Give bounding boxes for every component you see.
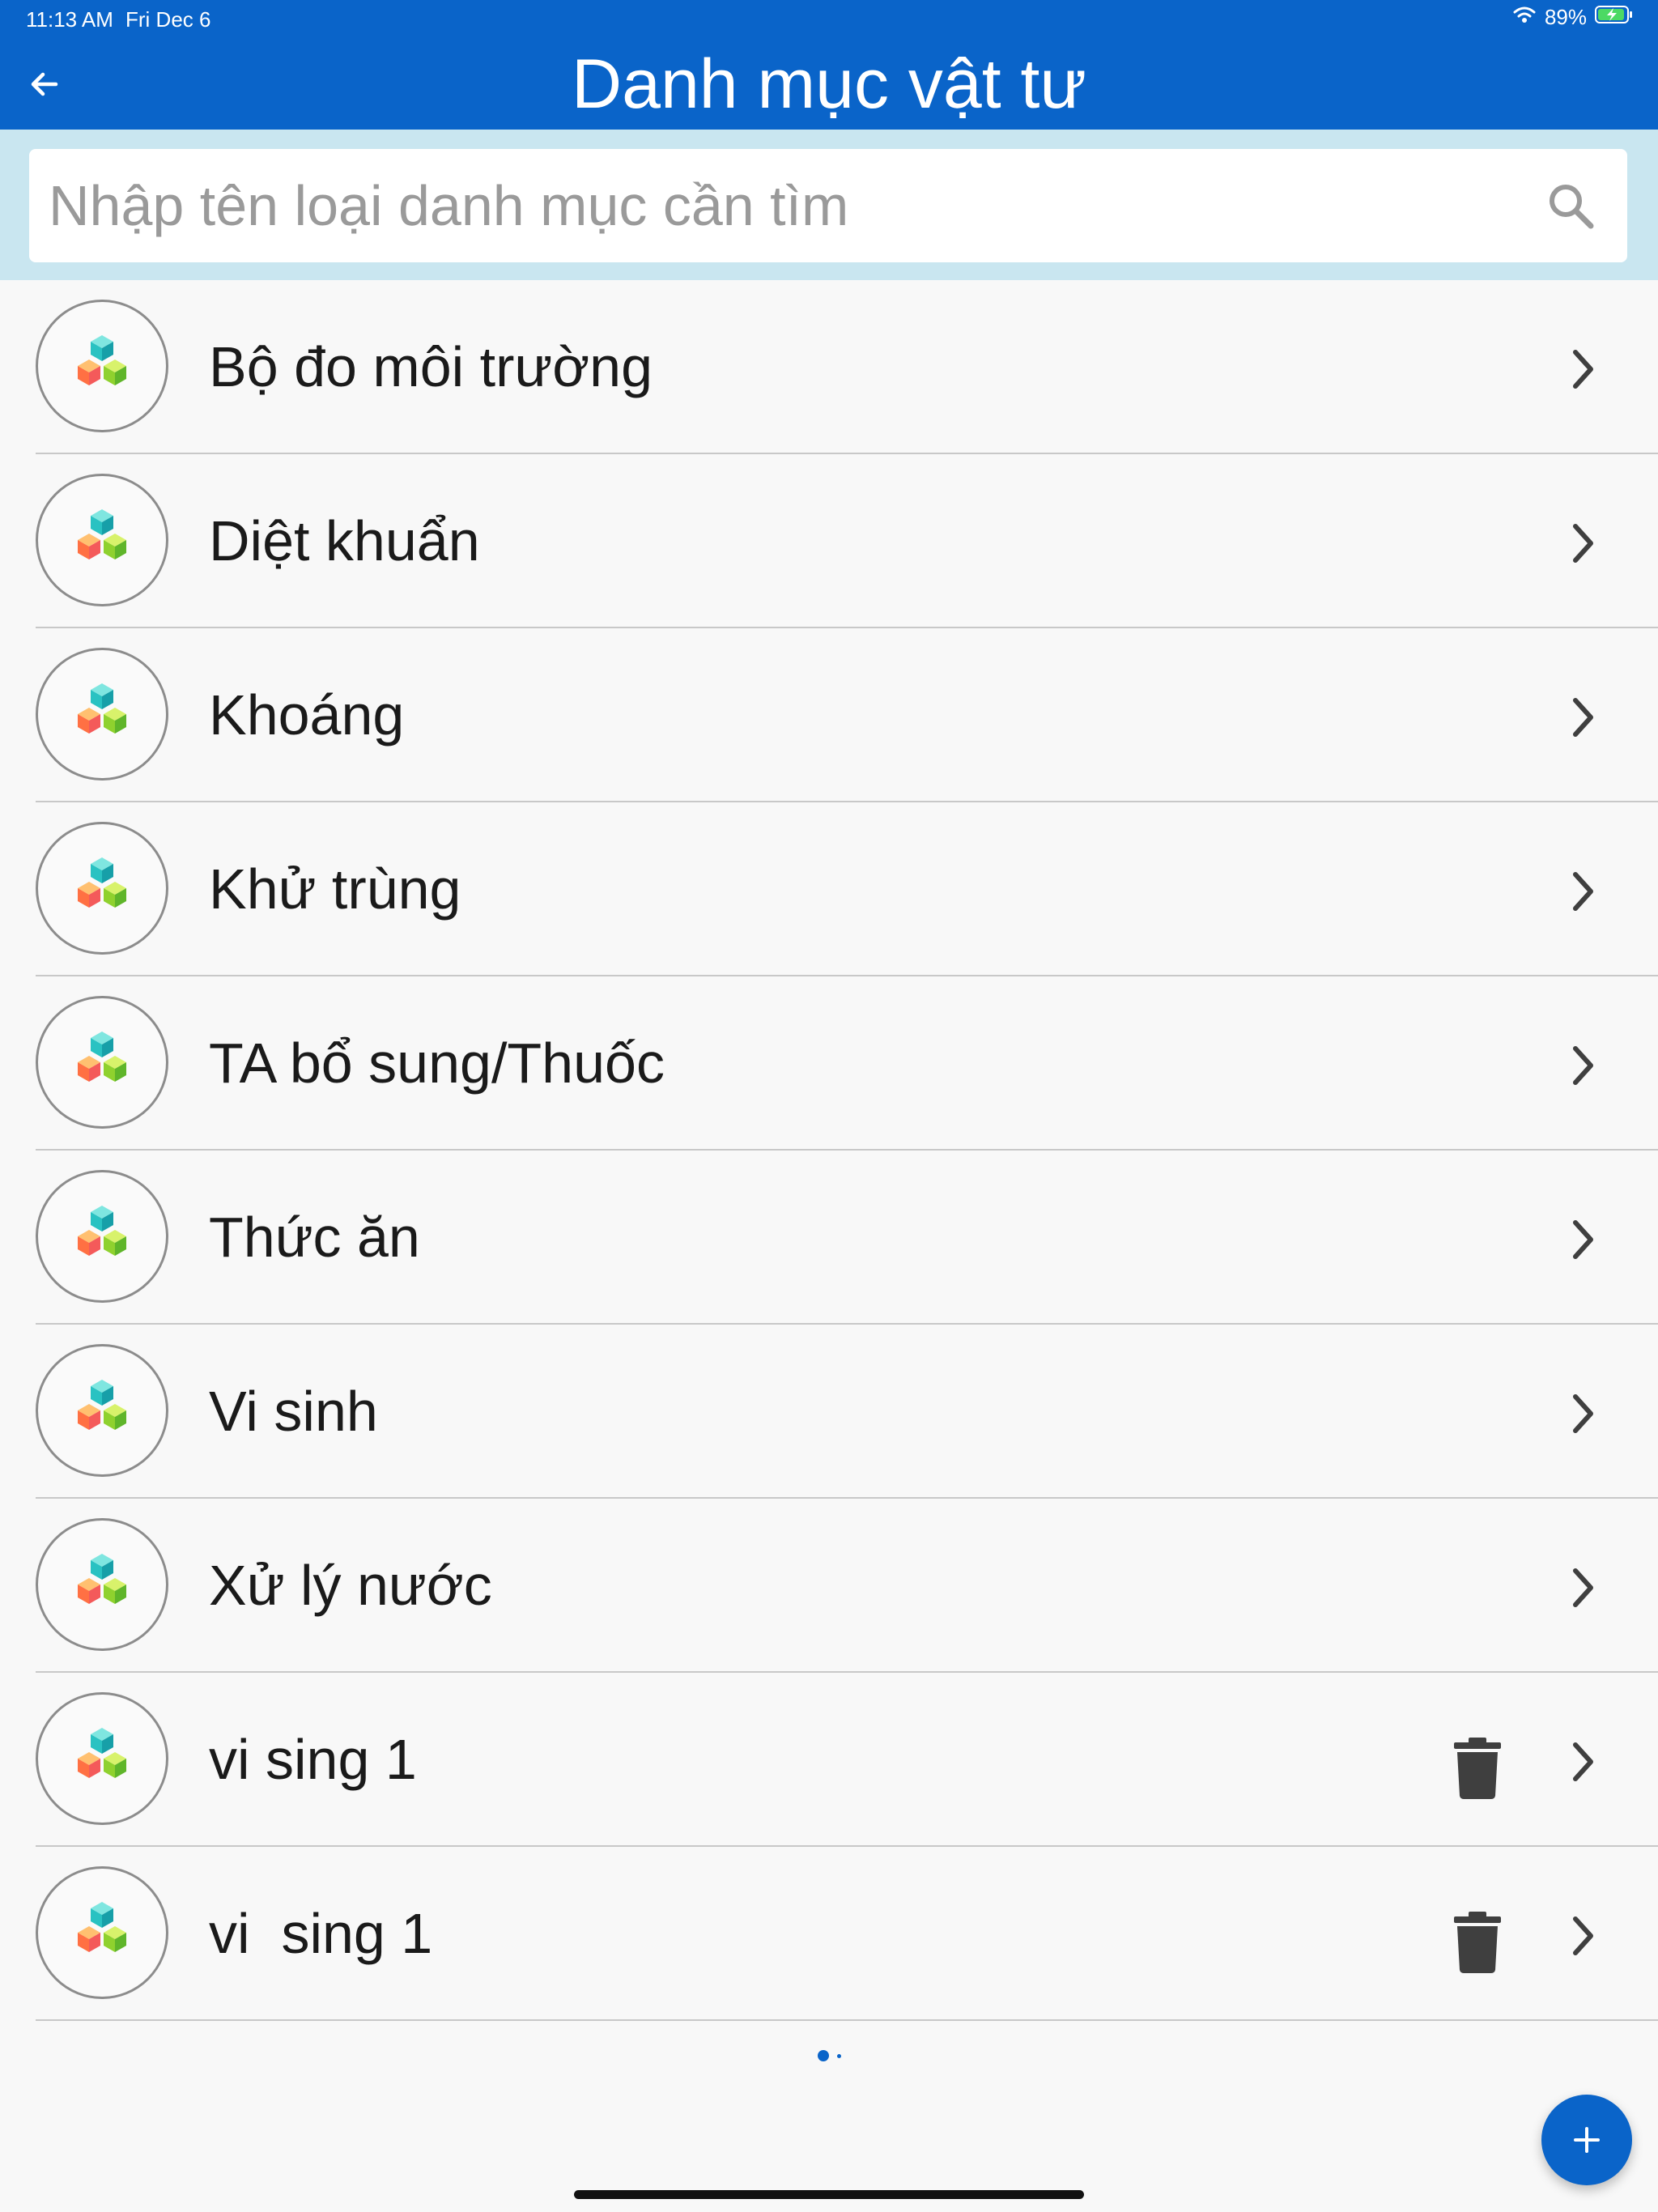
list-item-label: Thức ăn	[209, 1206, 420, 1269]
search-icon[interactable]	[1546, 181, 1595, 230]
cubes-icon	[78, 857, 126, 908]
list-item-label: Diệt khuẩn	[209, 509, 480, 572]
list-item[interactable]: vi sing 1	[0, 1847, 1658, 2021]
home-indicator[interactable]	[574, 2190, 1084, 2199]
avatar	[36, 996, 168, 1129]
chevron-right-icon	[1573, 1568, 1593, 1607]
cubes-icon	[78, 1380, 126, 1430]
status-date: Fri Dec 6	[125, 7, 211, 32]
divider	[36, 2019, 1658, 2021]
avatar	[36, 1866, 168, 1999]
status-time: 11:13 AM	[26, 7, 113, 32]
chevron-right-icon	[1573, 350, 1593, 389]
page-dot	[836, 2053, 841, 2058]
avatar	[36, 300, 168, 432]
cubes-icon	[78, 1206, 126, 1256]
open-button[interactable]	[1562, 693, 1603, 742]
list-item[interactable]: Khử trùng	[0, 802, 1658, 976]
search-input[interactable]	[49, 149, 1506, 262]
page-dot-active	[817, 2050, 829, 2061]
list-item[interactable]: Bộ đo môi trường	[0, 280, 1658, 454]
status-bar: 11:13 AM Fri Dec 6 89%	[0, 0, 1658, 39]
list-item[interactable]: TA bổ sung/Thuốc	[0, 976, 1658, 1151]
delete-button[interactable]	[1452, 1912, 1503, 1973]
avatar	[36, 1518, 168, 1651]
chevron-right-icon	[1573, 524, 1593, 563]
open-button[interactable]	[1562, 1041, 1603, 1090]
list-item-label: Xử lý nước	[209, 1554, 492, 1617]
chevron-right-icon	[1573, 1394, 1593, 1433]
cubes-icon	[78, 1554, 126, 1604]
avatar	[36, 1170, 168, 1303]
page-indicator	[0, 2050, 1658, 2061]
avatar	[36, 1344, 168, 1477]
page-title: Danh mục vật tư	[572, 45, 1086, 123]
chevron-right-icon	[1573, 1046, 1593, 1085]
trash-icon	[1454, 1738, 1501, 1799]
search-area	[0, 130, 1658, 280]
list-item-label: Khử trùng	[209, 857, 461, 921]
list-item-label: Vi sinh	[209, 1380, 378, 1443]
cubes-icon	[78, 683, 126, 734]
list-item[interactable]: Khoáng	[0, 628, 1658, 802]
avatar	[36, 822, 168, 955]
open-button[interactable]	[1562, 1215, 1603, 1264]
list-item[interactable]: Vi sinh	[0, 1325, 1658, 1499]
battery-charging-icon	[1595, 5, 1634, 30]
cubes-icon	[78, 509, 126, 559]
status-indicators: 89%	[1512, 5, 1634, 30]
open-button[interactable]	[1562, 1738, 1603, 1786]
chevron-right-icon	[1573, 1916, 1593, 1955]
chevron-right-icon	[1573, 872, 1593, 911]
chevron-right-icon	[1573, 1742, 1593, 1781]
list-item[interactable]: Thức ăn	[0, 1151, 1658, 1325]
open-button[interactable]	[1562, 345, 1603, 393]
avatar	[36, 648, 168, 781]
delete-button[interactable]	[1452, 1738, 1503, 1799]
cubes-icon	[78, 1032, 126, 1082]
list-item-label: Khoáng	[209, 683, 405, 747]
list-item[interactable]: vi sing 1	[0, 1673, 1658, 1847]
trash-icon	[1454, 1912, 1501, 1973]
cubes-icon	[78, 1728, 126, 1778]
battery-percent: 89%	[1544, 5, 1587, 29]
list-item-label: Bộ đo môi trường	[209, 335, 653, 398]
chevron-right-icon	[1573, 698, 1593, 737]
open-button[interactable]	[1562, 519, 1603, 568]
list-item-label: vi sing 1	[209, 1902, 433, 1965]
list-item-label: vi sing 1	[209, 1728, 417, 1791]
search-box[interactable]	[29, 149, 1627, 262]
list-item-label: TA bổ sung/Thuốc	[209, 1032, 665, 1095]
wifi-icon	[1512, 5, 1537, 30]
plus-icon	[1574, 2127, 1600, 2153]
list-item[interactable]: Diệt khuẩn	[0, 454, 1658, 628]
open-button[interactable]	[1562, 1563, 1603, 1612]
navigation-bar: Danh mục vật tư	[0, 39, 1658, 130]
add-button[interactable]	[1541, 2095, 1632, 2185]
open-button[interactable]	[1562, 1912, 1603, 1960]
avatar	[36, 1692, 168, 1825]
list-item[interactable]: Xử lý nước	[0, 1499, 1658, 1673]
avatar	[36, 474, 168, 606]
chevron-right-icon	[1573, 1220, 1593, 1259]
cubes-icon	[78, 1902, 126, 1952]
category-list: Bộ đo môi trường Diệt khuẩn Khoáng Khử t…	[0, 280, 1658, 2021]
cubes-icon	[78, 335, 126, 385]
open-button[interactable]	[1562, 1389, 1603, 1438]
open-button[interactable]	[1562, 867, 1603, 916]
